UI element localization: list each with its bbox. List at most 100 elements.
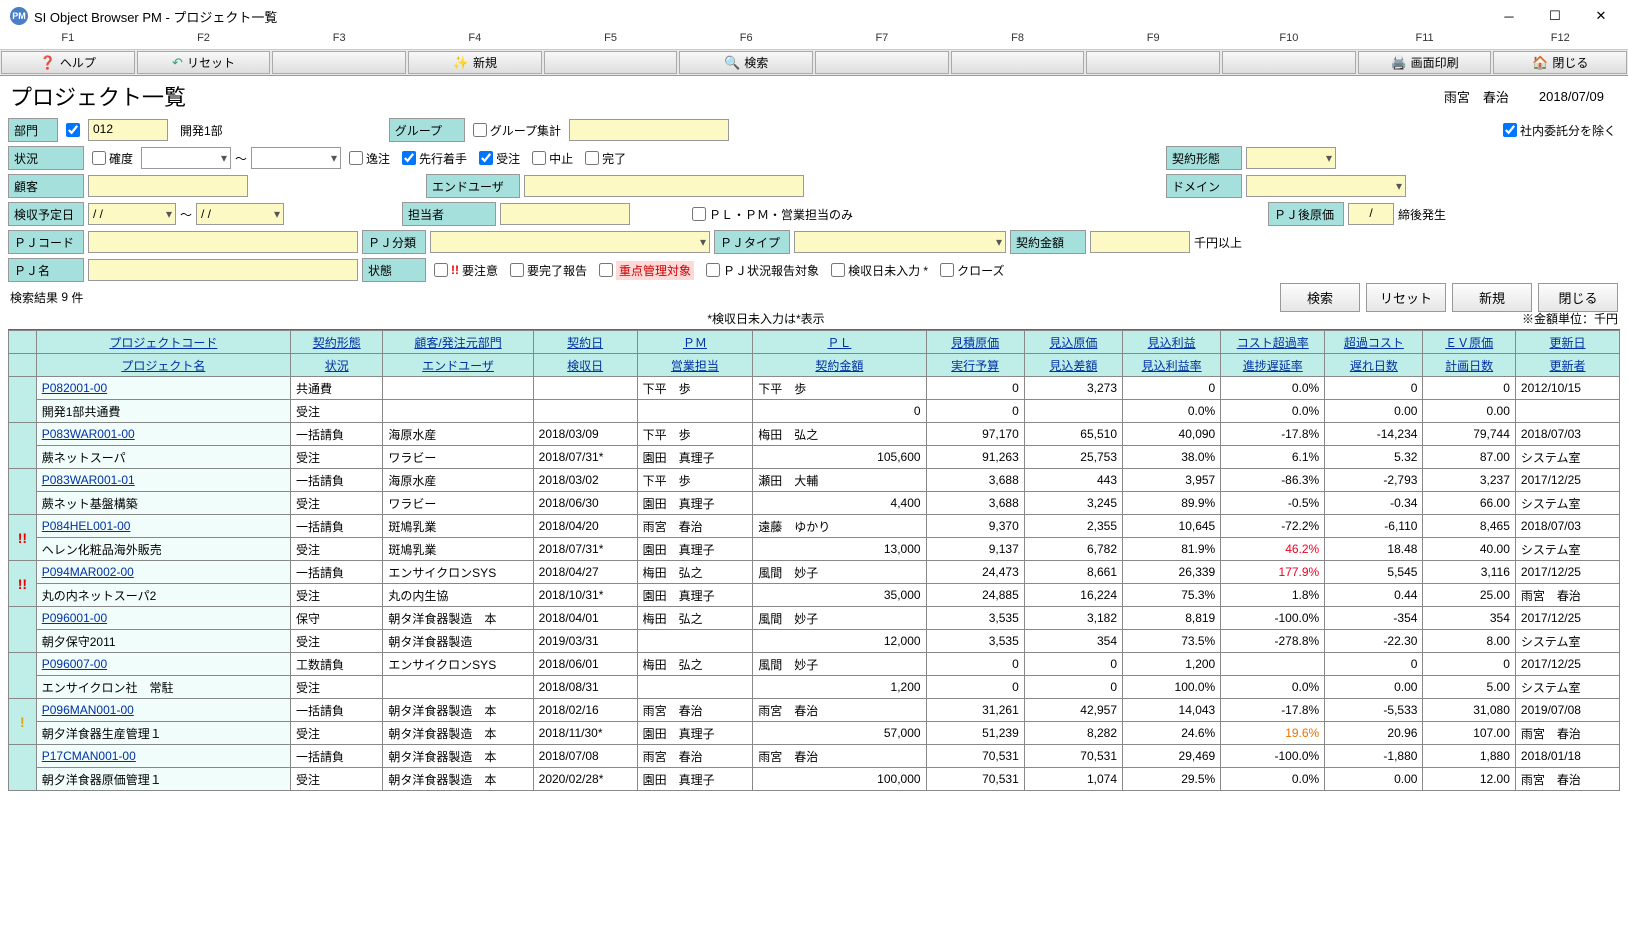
group-sum-checkbox[interactable] [473,123,487,137]
col-header[interactable]: コスト超過率 [1237,336,1309,350]
kenshu-to-input[interactable]: / / [196,203,284,225]
col-header[interactable]: 営業担当 [671,359,719,373]
table-row[interactable]: 朝夕保守2011受注朝タ洋食器製造2019/03/3112,0003,53535… [9,630,1620,653]
project-code-link[interactable]: P083WAR001-01 [36,469,290,492]
kakudo-from-select[interactable] [141,147,231,169]
plpm-only-checkbox[interactable] [692,207,706,221]
customer-input[interactable] [88,175,248,197]
col-header[interactable]: 契約日 [567,336,603,350]
col-header[interactable]: プロジェクトコード [109,336,217,350]
group-input[interactable] [569,119,729,141]
col-header[interactable]: ＥＶ原価 [1445,336,1493,350]
need-complete-checkbox[interactable] [510,263,524,277]
enduser-input[interactable] [524,175,804,197]
project-code-link[interactable]: P084HEL001-00 [36,515,290,538]
kakudo-to-select[interactable] [251,147,341,169]
col-header[interactable]: 進捗遅延率 [1243,359,1303,373]
project-code-link[interactable]: P17CMAN001-00 [36,745,290,768]
f7-button[interactable] [815,51,949,74]
contract-type-select[interactable] [1246,147,1336,169]
col-header[interactable]: 更新者 [1549,359,1585,373]
table-row[interactable]: !!P084HEL001-00一括請負斑鳩乳業2018/04/20雨宮 春治遠藤… [9,515,1620,538]
f5-button[interactable] [544,51,678,74]
search-button[interactable]: 🔍検索 [679,51,813,74]
table-row[interactable]: !P096MAN001-00一括請負朝タ洋食器製造 本2018/02/16雨宮 … [9,699,1620,722]
project-code-link[interactable]: P083WAR001-00 [36,423,290,446]
table-row[interactable]: エンサイクロン社 常駐受注2018/08/311,20000100.0%0.0%… [9,676,1620,699]
f10-button[interactable] [1222,51,1356,74]
col-header[interactable]: 見込利益率 [1142,359,1202,373]
project-code-link[interactable]: P094MAR002-00 [36,561,290,584]
maximize-button[interactable]: ☐ [1532,0,1578,32]
table-row[interactable]: P096001-00保守朝タ洋食器製造 本2018/04/01梅田 弘之風間 妙… [9,607,1620,630]
kenshu-uninput-checkbox[interactable] [831,263,845,277]
priority-target-checkbox[interactable] [599,263,613,277]
close-checkbox[interactable] [940,263,954,277]
table-row[interactable]: P17CMAN001-00一括請負朝タ洋食器製造 本2018/07/08雨宮 春… [9,745,1620,768]
dept-checkbox[interactable] [66,123,80,137]
pjname-input[interactable] [88,259,358,281]
col-header[interactable]: プロジェクト名 [121,359,205,373]
project-code-link[interactable]: P096MAN001-00 [36,699,290,722]
action-close-button[interactable]: 閉じる [1538,283,1618,312]
col-header[interactable]: 実行予算 [951,359,999,373]
col-header[interactable]: 見込利益 [1148,336,1196,350]
action-search-button[interactable]: 検索 [1280,283,1360,312]
f8-button[interactable] [951,51,1085,74]
table-row[interactable]: 丸の内ネットスーパ2受注丸の内生協2018/10/31*園田 真理子35,000… [9,584,1620,607]
pjtype-select[interactable] [794,231,1006,253]
action-new-button[interactable]: 新規 [1452,283,1532,312]
table-row[interactable]: 朝夕洋食器生産管理１受注朝タ洋食器製造 本2018/11/30*園田 真理子57… [9,722,1620,745]
table-row[interactable]: 開発1部共通費受注000.0%0.0%0.000.00 [9,400,1620,423]
table-row[interactable]: 蕨ネット基盤構築受注ワラビー2018/06/30園田 真理子4,4003,688… [9,492,1620,515]
contract-amount-input[interactable] [1090,231,1190,253]
col-header[interactable]: 契約形態 [313,336,361,350]
table-row[interactable]: 朝夕洋食器原価管理１受注朝タ洋食器製造 本2020/02/28*園田 真理子10… [9,768,1620,791]
juchu-checkbox[interactable] [479,151,493,165]
close-button[interactable]: 🏠閉じる [1493,51,1627,74]
project-code-link[interactable]: P096007-00 [36,653,290,676]
kanryo-checkbox[interactable] [585,151,599,165]
new-button[interactable]: ✨新規 [408,51,542,74]
chushi-checkbox[interactable] [532,151,546,165]
senkou-checkbox[interactable] [402,151,416,165]
table-row[interactable]: P083WAR001-01一括請負海原水産2018/03/02下平 歩瀬田 大輔… [9,469,1620,492]
action-reset-button[interactable]: リセット [1366,283,1446,312]
table-row[interactable]: 蕨ネットスーパ受注ワラビー2018/07/31*園田 真理子105,60091,… [9,446,1620,469]
results-grid[interactable]: プロジェクトコード契約形態顧客/発注元部門契約日ＰＭＰＬ見積原価見込原価見込利益… [8,329,1620,928]
needattn-checkbox[interactable] [434,263,448,277]
table-row[interactable]: P096007-00工数請負エンサイクロンSYS2018/06/01梅田 弘之風… [9,653,1620,676]
col-header[interactable]: 状況 [325,359,349,373]
col-header[interactable]: 顧客/発注元部門 [414,336,501,350]
kenshu-from-input[interactable]: / / [88,203,176,225]
help-button[interactable]: ❓ヘルプ [1,51,135,74]
print-button[interactable]: 🖨️画面印刷 [1358,51,1492,74]
pjclass-select[interactable] [430,231,710,253]
col-header[interactable]: 見込原価 [1049,336,1097,350]
tantou-input[interactable] [500,203,630,225]
col-header[interactable]: 検収日 [567,359,603,373]
pjcode-input[interactable] [88,231,358,253]
project-code-link[interactable]: P082001-00 [36,377,290,400]
col-header[interactable]: 計画日数 [1445,359,1493,373]
col-header[interactable]: 見込差額 [1049,359,1097,373]
kakudo-checkbox[interactable] [92,151,106,165]
table-row[interactable]: !!P094MAR002-00一括請負エンサイクロンSYS2018/04/27梅… [9,561,1620,584]
col-header[interactable]: 超過コスト [1344,336,1404,350]
domain-select[interactable] [1246,175,1406,197]
close-window-button[interactable]: ✕ [1578,0,1624,32]
table-row[interactable]: ヘレン化粧品海外販売受注斑鳩乳業2018/07/31*園田 真理子13,0009… [9,538,1620,561]
status-report-checkbox[interactable] [706,263,720,277]
exclude-internal-checkbox[interactable] [1503,123,1517,137]
col-header[interactable]: エンドユーザ [422,359,494,373]
col-header[interactable]: 契約金額 [815,359,863,373]
table-row[interactable]: P083WAR001-00一括請負海原水産2018/03/09下平 歩梅田 弘之… [9,423,1620,446]
f3-button[interactable] [272,51,406,74]
dept-code-input[interactable]: 012 [88,119,168,141]
f9-button[interactable] [1086,51,1220,74]
col-header[interactable]: 遅れ日数 [1350,359,1398,373]
minimize-button[interactable]: ─ [1486,0,1532,32]
reset-button[interactable]: ↶リセット [137,51,271,74]
col-header[interactable]: ＰＭ [683,336,707,350]
pj-after-input[interactable]: / [1348,203,1394,225]
